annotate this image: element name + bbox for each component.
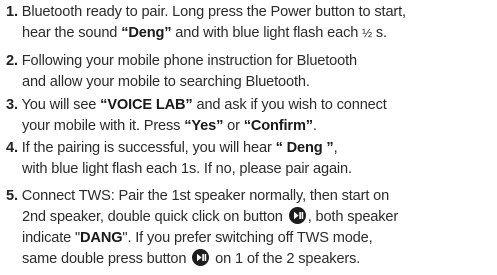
yes-label: “Yes” <box>184 118 224 134</box>
instruction-text: ". If you prefer switching off TWS mode, <box>122 230 373 246</box>
half-fraction: ½ <box>362 26 372 40</box>
item-number: 4. <box>6 140 18 156</box>
instruction-line: 4. If the pairing is successful, you wil… <box>6 138 493 159</box>
instruction-line: same double press button on 1 of the 2 s… <box>6 249 493 270</box>
instruction-text: with blue light flash each 1s. If no, pl… <box>22 161 352 177</box>
instruction-item-5: 5. Connect TWS: Pair the 1st speaker nor… <box>6 186 493 270</box>
item-number: 5. <box>6 188 18 204</box>
instruction-line: 2. Following your mobile phone instructi… <box>6 51 493 72</box>
instruction-text: on 1 of the 2 speakers. <box>211 251 361 267</box>
instruction-text: 2nd speaker, double quick click on butto… <box>22 209 287 225</box>
sound-name: “Deng” <box>121 25 172 41</box>
instruction-text: , both speaker <box>307 209 399 225</box>
instruction-line: 3. You will see “VOICE LAB” and ask if y… <box>6 95 493 116</box>
instruction-line: 1. Bluetooth ready to pair. Long press t… <box>6 2 493 23</box>
item-number: 1. <box>6 4 18 20</box>
instruction-list: 1. Bluetooth ready to pair. Long press t… <box>0 0 497 275</box>
instruction-item-1: 1. Bluetooth ready to pair. Long press t… <box>6 2 493 44</box>
instruction-text: hear the sound <box>22 25 122 41</box>
instruction-text: and ask if you wish to connect <box>192 97 387 113</box>
dang-label: DANG <box>80 230 123 246</box>
confirm-label: “Confirm” <box>243 118 313 134</box>
instruction-text: and with blue light flash each <box>171 25 363 41</box>
instruction-text: or <box>223 118 244 134</box>
instruction-text: your mobile with it. Press <box>22 118 185 134</box>
instruction-text: and allow your mobile to searching Bluet… <box>22 74 310 90</box>
instruction-text: . <box>312 118 317 134</box>
item-number: 2. <box>6 53 18 69</box>
instruction-text: Following your mobile phone instruction … <box>21 53 357 69</box>
play-pause-icon <box>288 207 306 224</box>
instruction-text: indicate " <box>22 230 81 246</box>
instruction-text: s. <box>371 25 387 41</box>
instruction-line: indicate "DANG". If you prefer switching… <box>6 228 493 249</box>
instruction-text: same double press button <box>22 251 191 267</box>
instruction-item-3: 3. You will see “VOICE LAB” and ask if y… <box>6 95 493 137</box>
instruction-line: 2nd speaker, double quick click on butto… <box>6 207 493 228</box>
instruction-text: You will see <box>21 97 101 113</box>
instruction-item-4: 4. If the pairing is successful, you wil… <box>6 138 493 180</box>
instruction-line: hear the sound “Deng” and with blue ligh… <box>6 23 493 44</box>
item-number: 3. <box>6 97 18 113</box>
instruction-text: Connect TWS: Pair the 1st speaker normal… <box>21 188 390 204</box>
sound-name: “ Deng ” <box>275 140 334 156</box>
play-pause-icon <box>192 249 210 266</box>
instruction-text: Bluetooth ready to pair. Long press the … <box>21 4 406 20</box>
instruction-line: your mobile with it. Press “Yes” or “Con… <box>6 116 493 137</box>
instruction-line: and allow your mobile to searching Bluet… <box>6 72 493 93</box>
instruction-item-2: 2. Following your mobile phone instructi… <box>6 51 493 93</box>
instruction-text: If the pairing is successful, you will h… <box>21 140 276 156</box>
instruction-text: , <box>333 140 338 156</box>
instruction-line: 5. Connect TWS: Pair the 1st speaker nor… <box>6 186 493 207</box>
device-name: “VOICE LAB” <box>100 97 193 113</box>
instruction-line: with blue light flash each 1s. If no, pl… <box>6 159 493 180</box>
